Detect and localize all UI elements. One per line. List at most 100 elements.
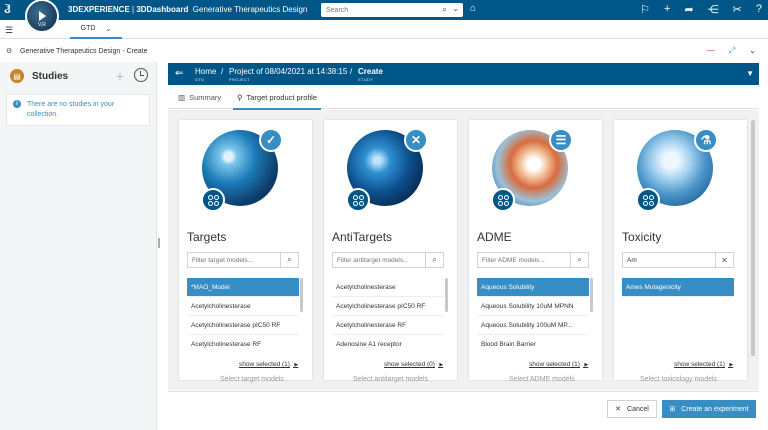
select-adme-models-hint: Select ADME models — [509, 376, 575, 383]
targets-model-list: *MAO_Model Acetylcholinesterase Acetylch… — [187, 278, 299, 350]
adme-filter-input[interactable] — [478, 253, 570, 267]
expand-icon[interactable]: ⤢ — [729, 46, 735, 56]
targets-filter-input[interactable] — [188, 253, 280, 267]
studies-header: ▤ Studies + — [0, 62, 156, 90]
list-item[interactable]: Acetylcholinesterase RF — [187, 335, 299, 350]
menu-icon[interactable]: ☰ — [5, 25, 13, 36]
show-selected-link[interactable]: show selected (1) — [674, 361, 733, 368]
list-item[interactable]: Acetylcholinesterase pIC50 RF — [332, 297, 444, 316]
adme-model-list: Aqueous Solubility Aqueous Solubility 10… — [477, 278, 589, 350]
studies-title: Studies — [32, 70, 69, 82]
antitargets-card: ✕ AntiTargets ⌕ Acetylcholinesterase Ace… — [324, 120, 457, 380]
molecule-icon — [636, 188, 660, 212]
create-experiment-button[interactable]: ⊞ Create an experiment — [662, 400, 756, 418]
add-study-icon[interactable]: + — [112, 68, 128, 84]
adme-card: ☰ ADME ⌕ Aqueous Solubility Aqueous Solu… — [469, 120, 602, 380]
compass-version: V,R — [38, 22, 46, 28]
flag-icon[interactable]: ⚐ — [640, 3, 650, 16]
add-icon[interactable]: + — [664, 3, 670, 16]
compass-button[interactable]: V,R — [25, 0, 59, 33]
model-cards-area: ✓ Targets ⌕ *MAO_Model Acetylcholinester… — [168, 110, 759, 390]
app-name: Generative Therapeutics Design — [192, 5, 308, 14]
list-item[interactable]: *MAO_Model — [187, 278, 299, 297]
tab-target-product-profile[interactable]: ⚲ Target product profile — [233, 93, 321, 110]
flask-icon: ⚗ — [694, 128, 718, 152]
cancel-label: Cancel — [627, 405, 649, 413]
tools-icon[interactable]: ✂ — [733, 3, 742, 16]
share-icon[interactable]: ⋲ — [708, 3, 719, 16]
ds-logo[interactable]: ჰ — [4, 3, 11, 16]
tab-target-product-profile-label: Target product profile — [246, 93, 317, 102]
toxicity-card: ⚗ Toxicity ✕ Ames Mutagenicity show sele… — [614, 120, 747, 380]
breadcrumb-current: Create STUDY — [358, 67, 383, 82]
tab-gtd[interactable]: GTD ⌄ — [70, 20, 122, 39]
help-icon[interactable]: ? — [756, 3, 762, 16]
tag-icon[interactable]: ⌂ — [470, 3, 476, 14]
search-icon[interactable]: ⌕ — [442, 4, 447, 15]
search-icon[interactable]: ⌕ — [280, 253, 298, 267]
list-item[interactable]: Aqueous Solubility 100uM MP... — [477, 316, 589, 335]
no-studies-text: There are no studies in your collection. — [27, 101, 115, 118]
show-selected-link[interactable]: show selected (1) — [529, 361, 588, 368]
card-title: Toxicity — [622, 230, 662, 244]
history-icon[interactable] — [134, 68, 148, 82]
list-item[interactable]: Acetylcholinesterase pIC50 RF — [187, 316, 299, 335]
chevron-down-icon[interactable]: ▼ — [746, 69, 754, 78]
card-title: AntiTargets — [332, 230, 393, 244]
toxicity-filter-input[interactable] — [623, 253, 715, 267]
chevron-down-icon[interactable]: ⌄ — [749, 46, 756, 56]
breadcrumb-separator: / — [350, 67, 353, 76]
share-arrow-icon[interactable]: ➦ — [684, 3, 693, 16]
chart-icon: ▥ — [178, 93, 186, 102]
list-scrollbar[interactable] — [300, 278, 303, 312]
create-experiment-label: Create an experiment — [681, 405, 749, 413]
panel-splitter[interactable] — [158, 238, 160, 248]
select-toxicology-models-hint: Select toxicology models — [640, 376, 718, 383]
search-input[interactable] — [321, 4, 431, 16]
breadcrumb: ⇐ Home GTD / Project of 08/04/2021 at 14… — [168, 63, 759, 85]
toxicity-model-list: Ames Mutagenicity — [622, 278, 734, 350]
studies-panel: ▤ Studies + i There are no studies in yo… — [0, 62, 157, 430]
search-icon[interactable]: ⌕ — [425, 253, 443, 267]
minimize-icon[interactable]: — — [707, 46, 715, 56]
play-icon — [38, 11, 46, 21]
clear-icon[interactable]: ✕ — [715, 253, 733, 267]
list-item[interactable]: Acetylcholinesterase — [332, 278, 444, 297]
breadcrumb-home-title: Home — [195, 67, 217, 76]
filter-box: ✕ — [622, 252, 734, 268]
tab-summary[interactable]: ▥ Summary — [178, 93, 221, 102]
list-item[interactable]: Acetylcholinesterase — [187, 297, 299, 316]
list-item[interactable]: Aqueous Solubility — [477, 278, 589, 297]
breadcrumb-project[interactable]: Project of 08/04/2021 at 14:38:15 PROJEC… — [229, 67, 347, 82]
search-box: ⌕ ⌄ — [321, 3, 463, 17]
footer-bar: ✕ Cancel ⊞ Create an experiment — [168, 391, 759, 430]
tab-gtd-label: GTD — [80, 25, 96, 32]
tab-bar: ☰ GTD ⌄ — [0, 20, 768, 39]
list-scrollbar[interactable] — [590, 278, 593, 312]
molecule-icon — [491, 188, 515, 212]
list-item[interactable]: Blood Brain Barrier — [477, 335, 589, 350]
list-item[interactable]: Aqueous Solubility 10uM MPNN — [477, 297, 589, 316]
antitargets-filter-input[interactable] — [333, 253, 425, 267]
page-scrollbar[interactable] — [751, 120, 755, 356]
filter-box: ⌕ — [187, 252, 299, 268]
cancel-button[interactable]: ✕ Cancel — [607, 400, 657, 418]
top-bar: ჰ V,R 3DEXPERIENCE | 3DDashboard Generat… — [0, 0, 768, 33]
search-icon[interactable]: ⌕ — [570, 253, 588, 267]
chevron-down-icon[interactable]: ⌄ — [452, 4, 459, 13]
list-item[interactable]: Ames Mutagenicity — [622, 278, 734, 297]
chevron-down-icon: ⌄ — [105, 25, 112, 33]
antitargets-model-list: Acetylcholinesterase Acetylcholinesteras… — [332, 278, 444, 350]
show-selected-link[interactable]: show selected (1) — [239, 361, 298, 368]
list-scrollbar[interactable] — [445, 278, 448, 312]
back-icon[interactable]: ⇐ — [175, 68, 183, 79]
breadcrumb-home[interactable]: Home GTD — [195, 67, 216, 82]
breadcrumb-project-title: Project of 08/04/2021 at 14:38:15 — [229, 67, 348, 76]
list-item[interactable]: Acetylcholinesterase RF — [332, 316, 444, 335]
breadcrumb-current-title: Create — [358, 67, 383, 76]
show-selected-link[interactable]: show selected (0) — [384, 361, 443, 368]
info-icon: i — [13, 100, 21, 108]
breadcrumb-current-sub: STUDY — [358, 77, 374, 82]
select-antitarget-models-hint: Select antitarget models — [353, 376, 429, 383]
list-item[interactable]: Adenosine A1 receptor — [332, 335, 444, 350]
